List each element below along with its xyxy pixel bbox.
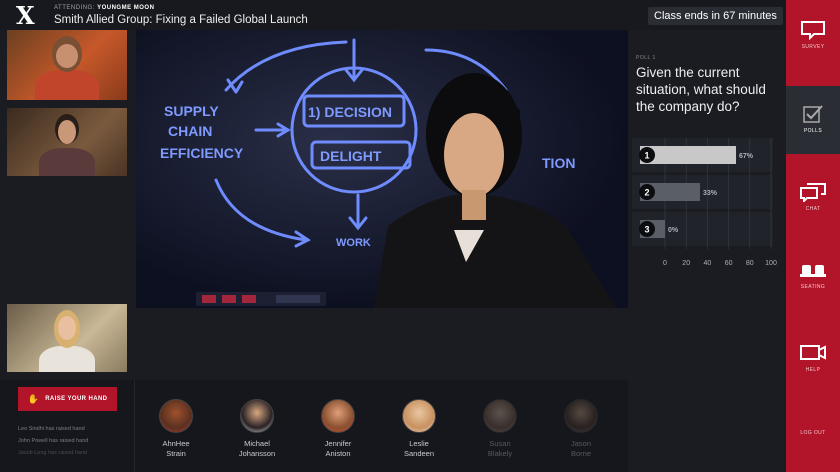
nav-label: POLLS: [803, 128, 823, 134]
chart-tick-label: 20: [682, 260, 690, 267]
help-icon: [800, 345, 826, 360]
chat-icon: [800, 183, 826, 202]
nav-label: CHAT: [805, 206, 821, 212]
chart-value-label: 67%: [739, 153, 754, 160]
chart-category-label: 3: [644, 225, 649, 235]
nav-logout[interactable]: LOG OUT: [786, 426, 840, 446]
chart-value-label: 0%: [668, 227, 679, 234]
chart-tick-label: 80: [746, 260, 754, 267]
poll-results-chart: 0 20 40 60 80 100 1 67% 2 33% 3 0%: [632, 138, 777, 267]
chart-tick-label: 100: [765, 260, 777, 267]
nav-seating[interactable]: SEATING: [786, 262, 840, 302]
chart-category-label: 2: [644, 188, 649, 198]
poll-icon: [803, 105, 823, 123]
nav-chat[interactable]: CHAT: [786, 182, 840, 222]
seating-icon: [800, 265, 826, 277]
chart-tick-label: 40: [704, 260, 712, 267]
nav-label: LOG OUT: [800, 430, 826, 436]
nav-help[interactable]: HELP: [786, 343, 840, 383]
nav-polls[interactable]: POLLS: [786, 86, 840, 154]
chart-tick-label: 0: [663, 260, 667, 267]
survey-icon: [801, 21, 825, 40]
chart-category-label: 1: [644, 151, 649, 161]
sidebar: [786, 0, 840, 472]
nav-label: SURVEY: [801, 44, 825, 50]
nav-label: HELP: [805, 367, 821, 373]
chart-tick-label: 60: [725, 260, 733, 267]
chart-value-label: 33%: [703, 190, 718, 197]
nav-label: SEATING: [800, 284, 826, 290]
nav-survey[interactable]: SURVEY: [786, 20, 840, 70]
